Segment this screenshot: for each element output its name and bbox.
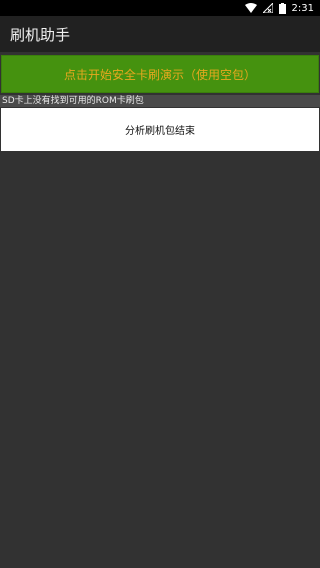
- app-title: 刷机助手: [10, 25, 71, 44]
- status-time: 2:31: [291, 2, 314, 14]
- wifi-icon: [244, 3, 257, 13]
- no-rom-notice: SD卡上没有找到可用的ROM卡刷包: [0, 95, 320, 107]
- status-bar: 2:31: [0, 0, 320, 16]
- signal-off-icon: [262, 3, 273, 13]
- analysis-result-box: 分析刷机包结束: [1, 108, 319, 151]
- analysis-result-text: 分析刷机包结束: [125, 126, 195, 137]
- app-bar: 刷机助手: [0, 16, 320, 52]
- start-button-label: 点击开始安全卡刷演示（使用空包）: [63, 67, 256, 82]
- start-safe-flash-demo-button[interactable]: 点击开始安全卡刷演示（使用空包）: [1, 55, 319, 93]
- battery-icon: [278, 2, 286, 14]
